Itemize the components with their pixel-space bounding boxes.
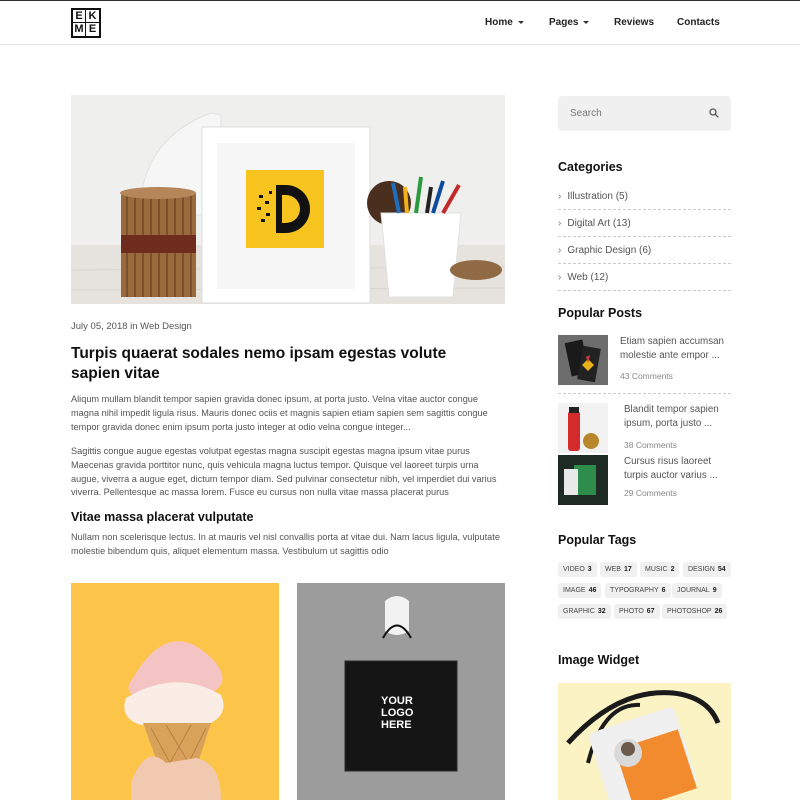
popular-tags-heading: Popular Tags <box>558 533 637 547</box>
popular-post-thumbnail[interactable] <box>558 403 608 453</box>
tag-count: 17 <box>623 566 632 573</box>
chevron-right-icon: › <box>558 271 562 283</box>
divider <box>558 393 731 394</box>
post-paragraph: Nullam non scelerisque lectus. In at mau… <box>71 532 500 556</box>
post-subheading: Vitae massa placerat vulputate <box>71 510 254 524</box>
nav-home[interactable]: Home <box>485 17 524 28</box>
tag-count: 54 <box>717 566 726 573</box>
tag-label: MUSIC <box>645 566 668 573</box>
image-widget-photo[interactable] <box>558 683 731 800</box>
tag-count: 67 <box>646 608 655 615</box>
tag-label: TYPOGRAPHY <box>610 587 659 594</box>
tag-count: 2 <box>670 566 675 573</box>
popular-post-thumbnail[interactable] <box>558 335 608 385</box>
tag-item[interactable]: MUSIC 2 <box>640 562 680 577</box>
nav-reviews-label: Reviews <box>614 17 655 28</box>
popular-post-title[interactable]: Cursus risus laoreet turpis auctor variu… <box>624 455 736 483</box>
tag-item[interactable]: PHOTO 67 <box>614 604 660 619</box>
logo-letter: K <box>86 10 99 23</box>
shopping-bag-photo[interactable]: YOUR LOGO HERE <box>297 583 505 800</box>
popular-post-item[interactable]: Etiam sapien accumsan molestie ante empo… <box>558 335 731 387</box>
bag-text-line: LOGO <box>381 707 414 719</box>
post-title[interactable]: Turpis quaerat sodales nemo ipsam egesta… <box>71 344 491 384</box>
tag-label: JOURNAL <box>677 587 710 594</box>
categories-heading: Categories <box>558 160 623 174</box>
tag-item[interactable]: IMAGE 46 <box>558 583 602 598</box>
id-badge-illustration <box>558 683 731 800</box>
search-input[interactable] <box>570 108 700 119</box>
category-label: Graphic Design (6) <box>567 244 652 256</box>
nav-pages-label: Pages <box>549 17 579 28</box>
post-hero-image[interactable] <box>71 95 505 304</box>
tag-label: PHOTOSHOP <box>667 608 712 615</box>
category-item[interactable]: › Graphic Design (6) <box>558 237 731 264</box>
tag-item[interactable]: WEB 17 <box>600 562 637 577</box>
logo-letter: E <box>88 23 97 35</box>
post-meta: July 05, 2018 in Web Design <box>71 321 192 332</box>
ice-cream-illustration <box>71 583 279 800</box>
tag-label: WEB <box>605 566 621 573</box>
popular-post-title[interactable]: Etiam sapien accumsan molestie ante empo… <box>620 335 732 363</box>
chevron-right-icon: › <box>558 217 562 229</box>
category-label: Web (12) <box>567 271 609 283</box>
popular-post-thumbnail[interactable] <box>558 455 608 505</box>
nav-reviews[interactable]: Reviews <box>614 17 654 28</box>
tag-item[interactable]: TYPOGRAPHY 6 <box>605 583 671 598</box>
thumbnail-illustration <box>558 455 608 505</box>
tag-label: PHOTO <box>619 608 644 615</box>
nav-contacts[interactable]: Contacts <box>677 17 720 28</box>
category-item[interactable]: › Digital Art (13) <box>558 210 731 237</box>
post-paragraph: Sagittis congue augue egestas volutpat e… <box>71 446 497 498</box>
tag-count: 26 <box>714 608 723 615</box>
popular-post-comments: 29 Comments <box>624 488 677 498</box>
tag-item[interactable]: VIDEO 3 <box>558 562 597 577</box>
nav-home-label: Home <box>485 17 513 28</box>
tag-label: GRAPHIC <box>563 608 595 615</box>
tag-count: 3 <box>587 566 592 573</box>
tag-item[interactable]: DESIGN 54 <box>683 562 731 577</box>
bag-logo-text: YOUR LOGO HERE <box>381 695 413 731</box>
category-item[interactable]: › Web (12) <box>558 264 731 291</box>
site-logo[interactable]: E K M E <box>71 8 101 38</box>
site-header: E K M E Home Pages Reviews Contacts <box>0 1 800 45</box>
chevron-right-icon: › <box>558 190 562 202</box>
nav-contacts-label: Contacts <box>677 17 720 28</box>
ice-cream-photo[interactable] <box>71 583 279 800</box>
logo-letter: M <box>73 23 86 36</box>
tag-label: DESIGN <box>688 566 715 573</box>
popular-posts-heading: Popular Posts <box>558 306 643 320</box>
caret-down-icon <box>517 21 524 24</box>
category-item[interactable]: › Illustration (5) <box>558 183 731 210</box>
bag-text-line: HERE <box>381 719 412 731</box>
popular-post-comments: 43 Comments <box>620 371 673 381</box>
popular-post-item[interactable]: Cursus risus laoreet turpis auctor variu… <box>558 455 731 507</box>
tag-label: IMAGE <box>563 587 586 594</box>
image-widget-heading: Image Widget <box>558 653 640 667</box>
tag-count: 46 <box>588 587 597 594</box>
popular-post-title[interactable]: Blandit tempor sapien ipsum, porta justo… <box>624 403 736 431</box>
tag-count: 32 <box>597 608 606 615</box>
tag-item[interactable]: GRAPHIC 32 <box>558 604 611 619</box>
bag-text-line: YOUR <box>381 695 413 707</box>
category-label: Illustration (5) <box>567 190 628 202</box>
thumbnail-illustration <box>558 403 608 453</box>
tag-item[interactable]: JOURNAL 9 <box>672 583 722 598</box>
tag-label: VIDEO <box>563 566 585 573</box>
search-icon[interactable] <box>709 108 719 118</box>
tag-item[interactable]: PHOTOSHOP 26 <box>662 604 728 619</box>
logo-letter: E <box>73 10 86 23</box>
shopping-bag-illustration <box>297 583 505 800</box>
caret-down-icon <box>583 21 590 24</box>
hero-illustration <box>71 95 505 304</box>
popular-post-comments: 38 Comments <box>624 440 677 450</box>
search-box <box>558 96 731 131</box>
tag-count: 9 <box>712 587 717 594</box>
popular-post-item[interactable]: Blandit tempor sapien ipsum, porta justo… <box>558 403 731 455</box>
tag-count: 6 <box>661 587 666 594</box>
nav-pages[interactable]: Pages <box>549 17 590 28</box>
category-label: Digital Art (13) <box>567 217 631 229</box>
thumbnail-illustration <box>558 335 608 385</box>
chevron-right-icon: › <box>558 244 562 256</box>
post-paragraph: Aliqum mullam blandit tempor sapien grav… <box>71 394 488 432</box>
